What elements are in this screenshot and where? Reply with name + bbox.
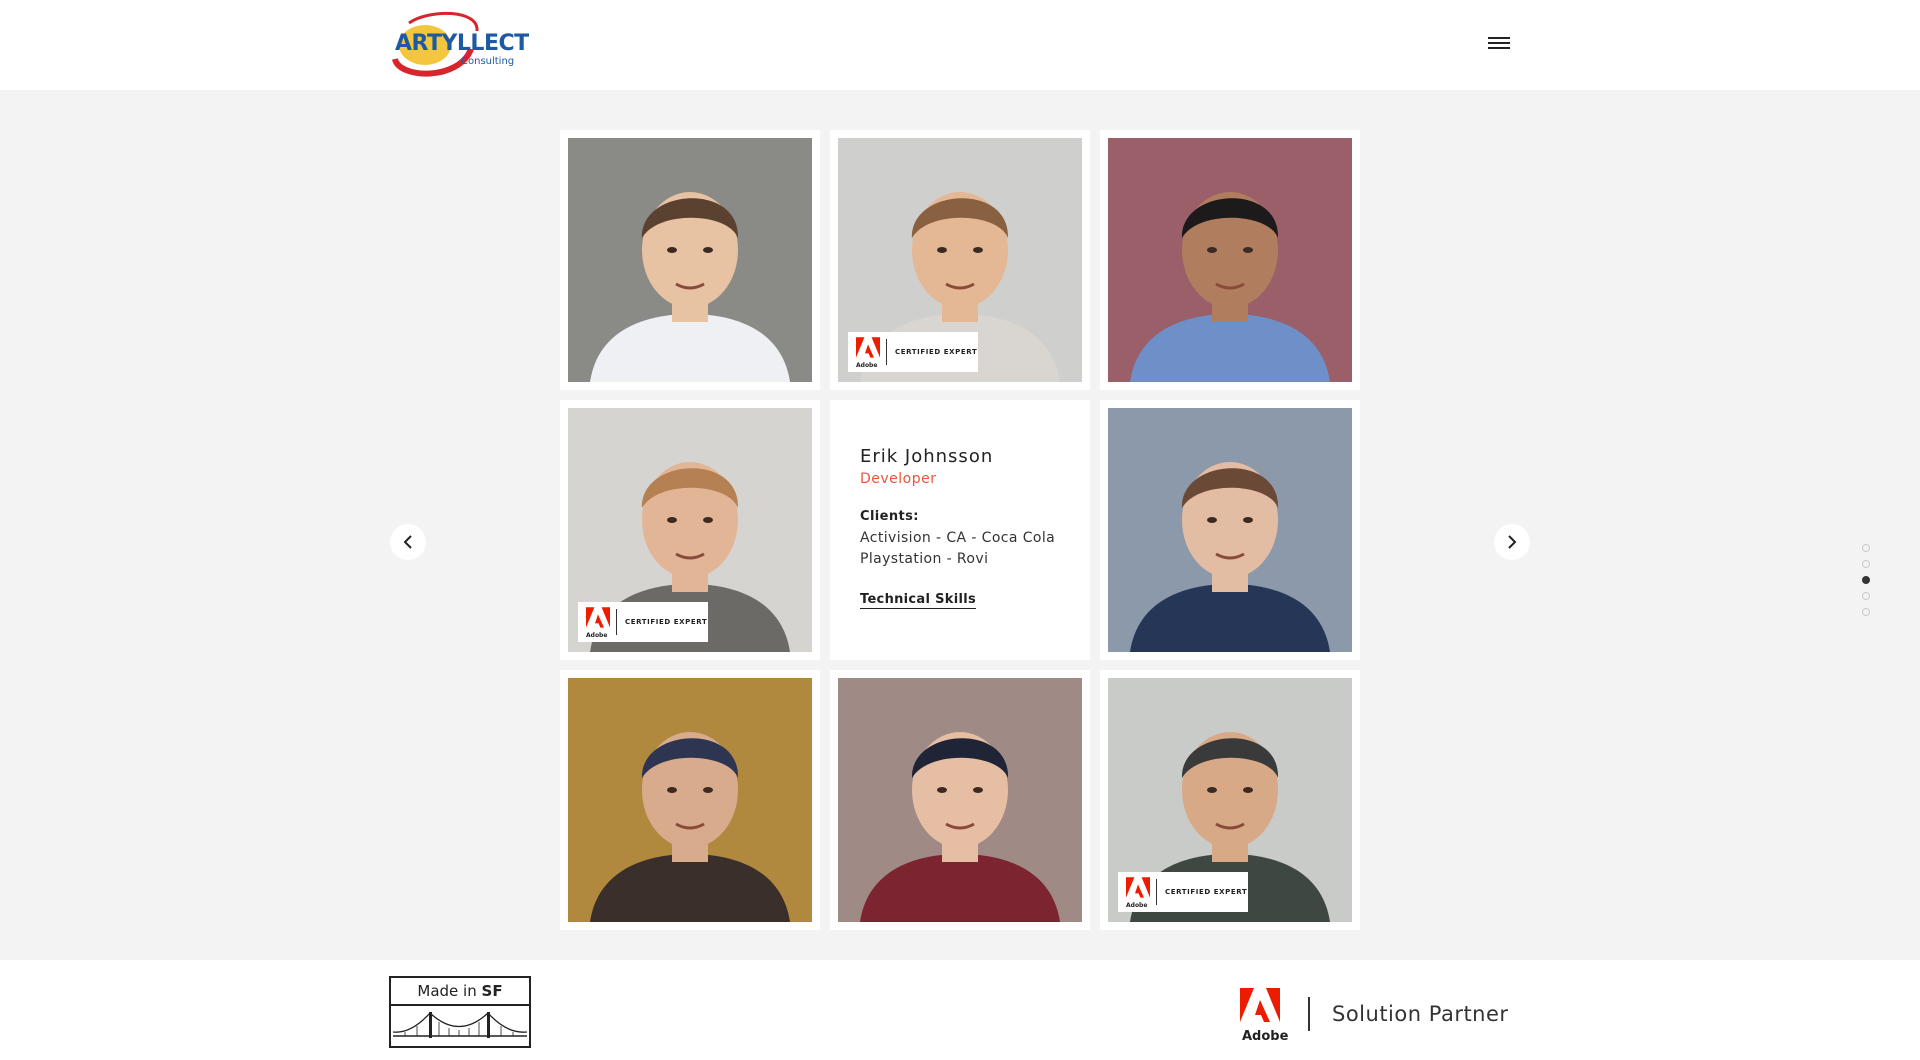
member-photo [838, 678, 1082, 922]
member-photo [568, 678, 812, 922]
previous-arrow-button[interactable] [390, 524, 426, 560]
logo-text: ARTYLLECT [395, 31, 529, 56]
pagination-dot[interactable] [1862, 608, 1870, 616]
adobe-word: Adobe [1126, 902, 1148, 909]
adobe-solution-partner: Adobe Solution Partner [1240, 986, 1509, 1044]
badge-divider [886, 339, 887, 365]
adobe-logo-icon: Adobe [856, 337, 880, 369]
made-in-prefix: Made in [417, 982, 482, 1000]
certified-expert-label: CERTIFIED EXPERT [1165, 888, 1248, 896]
team-member-card[interactable]: Adobe CERTIFIED EXPERT [830, 130, 1090, 390]
member-photo: Adobe CERTIFIED EXPERT [838, 138, 1082, 382]
team-member-card[interactable] [560, 670, 820, 930]
member-photo [568, 138, 812, 382]
member-photo: Adobe CERTIFIED EXPERT [1108, 678, 1352, 922]
chevron-left-icon [403, 535, 412, 549]
adobe-certified-badge: Adobe CERTIFIED EXPERT [848, 332, 978, 372]
pagination-dot[interactable] [1862, 576, 1870, 584]
certified-expert-label: CERTIFIED EXPERT [895, 348, 978, 356]
chevron-right-icon [1508, 535, 1517, 549]
adobe-certified-badge: Adobe CERTIFIED EXPERT [578, 602, 708, 642]
section-pagination [1862, 544, 1872, 624]
made-in-sf-badge: Made in SF [389, 976, 531, 1048]
adobe-certified-badge: Adobe CERTIFIED EXPERT [1118, 872, 1248, 912]
certified-expert-label: CERTIFIED EXPERT [625, 618, 708, 626]
made-in-label: Made in SF [391, 978, 529, 1006]
site-footer: Made in SF Adobe Solution Partner [0, 960, 1920, 1060]
pagination-dot[interactable] [1862, 592, 1870, 600]
divider [1308, 997, 1310, 1031]
clients-list: Activision - CA - Coca Cola Playstation … [860, 528, 1060, 570]
clients-line-1: Activision - CA - Coca Cola [860, 530, 1056, 546]
team-member-card[interactable] [1100, 400, 1360, 660]
team-member-info-card: Erik Johnsson Developer Clients: Activis… [830, 400, 1090, 660]
solution-partner-text: Solution Partner [1332, 1002, 1509, 1026]
team-member-card[interactable] [830, 670, 1090, 930]
badge-divider [616, 609, 617, 635]
team-member-card[interactable]: Adobe CERTIFIED EXPERT [1100, 670, 1360, 930]
adobe-logo-icon: Adobe [586, 607, 610, 639]
badge-divider [1156, 879, 1157, 905]
artyllect-logo[interactable]: ARTYLLECT Consulting [389, 9, 529, 81]
clients-heading: Clients: [860, 509, 919, 524]
member-name: Erik Johnsson [860, 446, 994, 467]
team-member-card[interactable]: Adobe CERTIFIED EXPERT [560, 400, 820, 660]
adobe-word: Adobe [586, 632, 608, 639]
technical-skills-link[interactable]: Technical Skills [860, 592, 977, 609]
adobe-word: Adobe [1242, 1029, 1289, 1044]
team-grid: Erik Johnsson Developer Clients: Activis… [560, 130, 1360, 930]
team-member-card[interactable] [560, 130, 820, 390]
member-photo [1108, 138, 1352, 382]
adobe-logo-icon: Adobe [1240, 988, 1288, 1044]
member-photo: Adobe CERTIFIED EXPERT [568, 408, 812, 652]
pagination-dot[interactable] [1862, 544, 1870, 552]
site-header: ARTYLLECT Consulting [0, 0, 1920, 90]
team-member-card[interactable] [1100, 130, 1360, 390]
pagination-dot[interactable] [1862, 560, 1870, 568]
golden-gate-bridge-icon [392, 1012, 528, 1038]
adobe-word: Adobe [856, 362, 878, 369]
made-in-city: SF [481, 982, 503, 1000]
adobe-logo-icon: Adobe [1126, 877, 1150, 909]
member-photo [1108, 408, 1352, 652]
logo-subtext: Consulting [461, 56, 515, 67]
hamburger-menu-icon[interactable] [1488, 34, 1512, 52]
next-arrow-button[interactable] [1494, 524, 1530, 560]
clients-line-2: Playstation - Rovi [860, 551, 989, 567]
member-role: Developer [860, 471, 937, 487]
